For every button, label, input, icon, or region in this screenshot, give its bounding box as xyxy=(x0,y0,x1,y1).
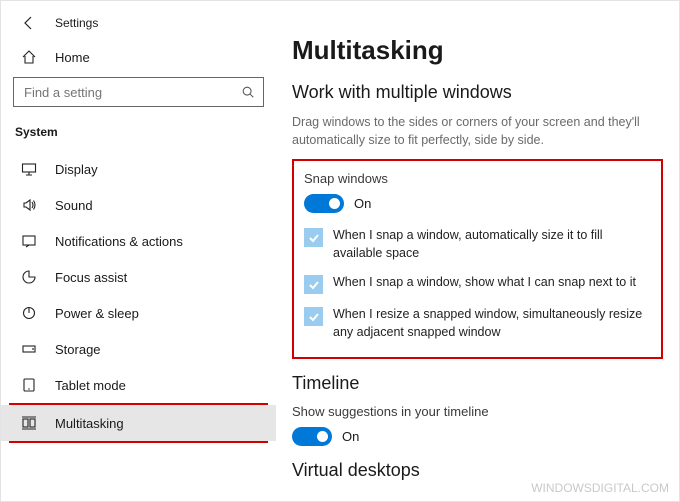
nav-list: Display Sound Notifications & actions Fo… xyxy=(1,151,276,443)
sidebar-item-multitasking[interactable]: Multitasking xyxy=(1,405,276,441)
timeline-toggle-state: On xyxy=(342,429,359,444)
timeline-toggle-row: On xyxy=(292,427,663,446)
sidebar-item-label: Focus assist xyxy=(55,270,127,285)
snap-check-2[interactable]: When I snap a window, show what I can sn… xyxy=(304,274,651,294)
watermark: WINDOWSDIGITAL.COM xyxy=(531,481,669,495)
page-title: Multitasking xyxy=(292,35,663,66)
sidebar-item-label: Notifications & actions xyxy=(55,234,183,249)
checkbox-icon xyxy=(304,307,323,326)
sidebar-item-display[interactable]: Display xyxy=(1,151,276,187)
search-icon xyxy=(241,85,255,99)
snap-toggle-state: On xyxy=(354,196,371,211)
snap-windows-label: Snap windows xyxy=(304,171,651,186)
section-heading-virtual-desktops: Virtual desktops xyxy=(292,460,663,481)
search-input[interactable] xyxy=(24,85,241,100)
home-icon xyxy=(21,49,37,65)
checkbox-icon xyxy=(304,275,323,294)
back-icon[interactable] xyxy=(21,15,37,31)
header-row: Settings xyxy=(1,11,276,41)
check-label: When I resize a snapped window, simultan… xyxy=(333,306,651,341)
check-label: When I snap a window, show what I can sn… xyxy=(333,274,636,292)
search-wrap xyxy=(1,73,276,117)
notifications-icon xyxy=(21,233,37,249)
sidebar-home-label: Home xyxy=(55,50,90,65)
sidebar-item-label: Sound xyxy=(55,198,93,213)
snap-check-3[interactable]: When I resize a snapped window, simultan… xyxy=(304,306,651,341)
sidebar-item-focus-assist[interactable]: Focus assist xyxy=(1,259,276,295)
app-title: Settings xyxy=(55,16,98,30)
sidebar-item-label: Power & sleep xyxy=(55,306,139,321)
tablet-icon xyxy=(21,377,37,393)
section-heading-timeline: Timeline xyxy=(292,373,663,394)
snap-toggle[interactable] xyxy=(304,194,344,213)
highlight-box-sidebar: Multitasking xyxy=(9,403,268,443)
checkbox-icon xyxy=(304,228,323,247)
sidebar-category: System xyxy=(1,117,276,147)
snap-toggle-row: On xyxy=(304,194,651,213)
sidebar-item-label: Tablet mode xyxy=(55,378,126,393)
multitasking-icon xyxy=(21,415,37,431)
sidebar-item-storage[interactable]: Storage xyxy=(1,331,276,367)
sidebar-item-label: Multitasking xyxy=(55,416,124,431)
search-box[interactable] xyxy=(13,77,264,107)
section-heading-windows: Work with multiple windows xyxy=(292,82,663,103)
timeline-toggle[interactable] xyxy=(292,427,332,446)
sidebar-home[interactable]: Home xyxy=(1,41,276,73)
power-icon xyxy=(21,305,37,321)
snap-check-1[interactable]: When I snap a window, automatically size… xyxy=(304,227,651,262)
check-label: When I snap a window, automatically size… xyxy=(333,227,651,262)
sidebar-item-sound[interactable]: Sound xyxy=(1,187,276,223)
sidebar-item-label: Display xyxy=(55,162,98,177)
sidebar-item-power-sleep[interactable]: Power & sleep xyxy=(1,295,276,331)
main-content: Multitasking Work with multiple windows … xyxy=(276,1,679,501)
sound-icon xyxy=(21,197,37,213)
highlight-box-snap: Snap windows On When I snap a window, au… xyxy=(292,159,663,359)
timeline-sub-label: Show suggestions in your timeline xyxy=(292,404,663,419)
focus-assist-icon xyxy=(21,269,37,285)
sidebar-item-notifications[interactable]: Notifications & actions xyxy=(1,223,276,259)
sidebar-item-tablet-mode[interactable]: Tablet mode xyxy=(1,367,276,403)
sidebar: Settings Home System Display xyxy=(1,1,276,501)
display-icon xyxy=(21,161,37,177)
sidebar-item-label: Storage xyxy=(55,342,101,357)
section-desc-windows: Drag windows to the sides or corners of … xyxy=(292,113,663,149)
storage-icon xyxy=(21,341,37,357)
